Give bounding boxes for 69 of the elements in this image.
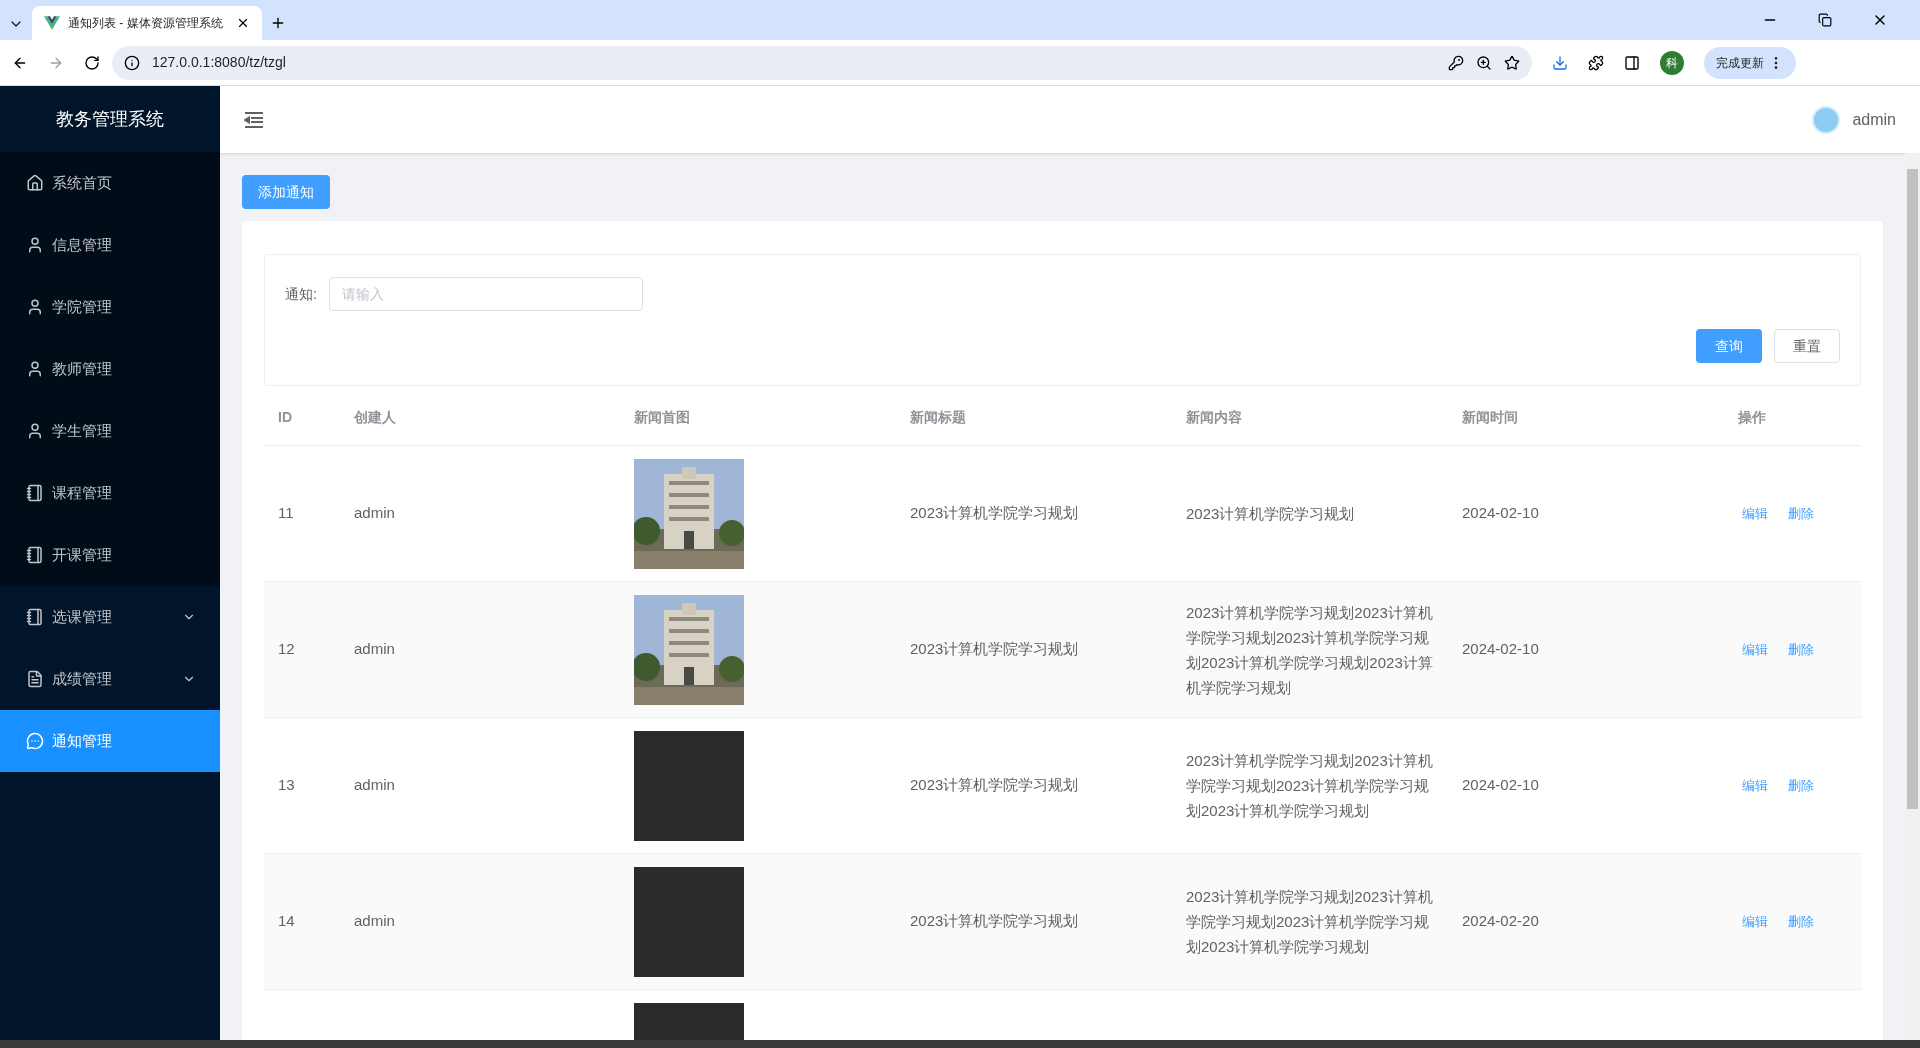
- sidebar-item[interactable]: 学生管理: [0, 400, 220, 462]
- app-title: 教务管理系统: [56, 107, 164, 131]
- column-header: 新闻首图: [634, 408, 690, 427]
- title-cell-text: 2023计算机学院学习规划: [910, 503, 1080, 524]
- chat-icon: [26, 732, 44, 750]
- column-header: 新闻标题: [910, 408, 966, 427]
- reload-icon[interactable]: [84, 54, 100, 71]
- vue-logo-icon: [44, 15, 60, 31]
- time-cell-text: 2024-02-10: [1462, 775, 1540, 796]
- column-header: 操作: [1738, 408, 1766, 427]
- column-header: 新闻时间: [1462, 408, 1518, 427]
- time-cell-text: 2024-02-20: [1462, 911, 1540, 932]
- sidebar-item[interactable]: 教师管理: [0, 338, 220, 400]
- new-tab-icon[interactable]: [270, 15, 286, 31]
- user-icon: [26, 298, 44, 316]
- sidebar-item[interactable]: 开课管理: [0, 524, 220, 586]
- content-cell-text: 2023计算机学院学习规划2023计算机学院学习规划2023计算机学院学习规划2023计算机学院学习规划2023计算机学院学习规划: [1186, 602, 1434, 698]
- tab-title: 通知列表 - 媒体资源管理系统: [68, 15, 224, 32]
- creator-cell-text: admin: [354, 503, 396, 524]
- url-text: 127.0.0.1:8080/tz/tzgl: [152, 53, 287, 72]
- key-icon[interactable]: [1448, 54, 1464, 71]
- creator-cell-text: admin: [354, 911, 396, 932]
- id-cell-text: 11: [278, 503, 295, 524]
- address-bar[interactable]: 127.0.0.1:8080/tz/tzgl: [112, 45, 1532, 80]
- update-button[interactable]: 完成更新: [1704, 46, 1796, 79]
- notebook-icon: [26, 608, 44, 626]
- sidebar-item[interactable]: 课程管理: [0, 462, 220, 524]
- user-icon: [26, 236, 44, 254]
- time-cell-text: 2024-02-10: [1462, 639, 1540, 660]
- home-icon: [26, 174, 44, 192]
- column-header: 创建人: [354, 408, 396, 427]
- id-cell-text: 13: [278, 775, 296, 796]
- restore-icon[interactable]: [1818, 13, 1832, 27]
- notebook-icon: [26, 546, 44, 564]
- sidebar-item[interactable]: 学院管理: [0, 276, 220, 338]
- document-icon: [26, 670, 44, 688]
- close-tab-icon[interactable]: [236, 16, 250, 30]
- sidebar-item[interactable]: 信息管理: [0, 214, 220, 276]
- sidebar-item[interactable]: 系统首页: [0, 152, 220, 214]
- id-cell-text: 14: [278, 911, 296, 932]
- zoom-icon[interactable]: [1476, 54, 1492, 71]
- title-cell-text: 2023计算机学院学习规划: [910, 639, 1080, 660]
- creator-cell-text: admin: [354, 639, 396, 660]
- id-cell-text: 12: [278, 639, 296, 660]
- reset-button[interactable]: 重置: [1774, 329, 1840, 363]
- notice-label: 通知:: [285, 284, 317, 304]
- user-icon: [26, 422, 44, 440]
- content-cell-text: 2023计算机学院学习规划2023计算机学院学习规划2023计算机学院学习规划2023计算机学院学习规划: [1186, 887, 1434, 957]
- user-avatar: [1812, 105, 1841, 134]
- time-cell-text: 2024-02-10: [1462, 503, 1540, 524]
- profile-avatar[interactable]: 科: [1660, 50, 1684, 75]
- title-cell-text: 2023计算机学院学习规划: [910, 775, 1080, 796]
- browser-tab[interactable]: 通知列表 - 媒体资源管理系统: [32, 6, 262, 40]
- creator-cell-text: admin: [354, 775, 396, 796]
- bookmark-star-icon[interactable]: [1504, 54, 1520, 71]
- column-header: ID: [278, 408, 292, 427]
- user-name: admin: [1852, 109, 1896, 130]
- notice-search-field[interactable]: 请输入: [328, 277, 643, 311]
- notebook-icon: [26, 484, 44, 502]
- content-cell-text: 2023计算机学院学习规划: [1186, 504, 1356, 524]
- user-icon: [26, 360, 44, 378]
- extensions-icon[interactable]: [1588, 54, 1604, 71]
- side-panel-icon[interactable]: [1624, 54, 1640, 71]
- collapse-menu-icon[interactable]: [244, 111, 264, 128]
- download-icon[interactable]: [1552, 54, 1568, 71]
- column-header: 新闻内容: [1186, 408, 1242, 427]
- site-info-icon[interactable]: [124, 54, 140, 71]
- content-cell-text: 2023计算机学院学习规划2023计算机学院学习规划2023计算机学院学习规划2023计算机学院学习规划: [1186, 751, 1434, 821]
- title-cell-text: 2023计算机学院学习规划: [910, 911, 1080, 932]
